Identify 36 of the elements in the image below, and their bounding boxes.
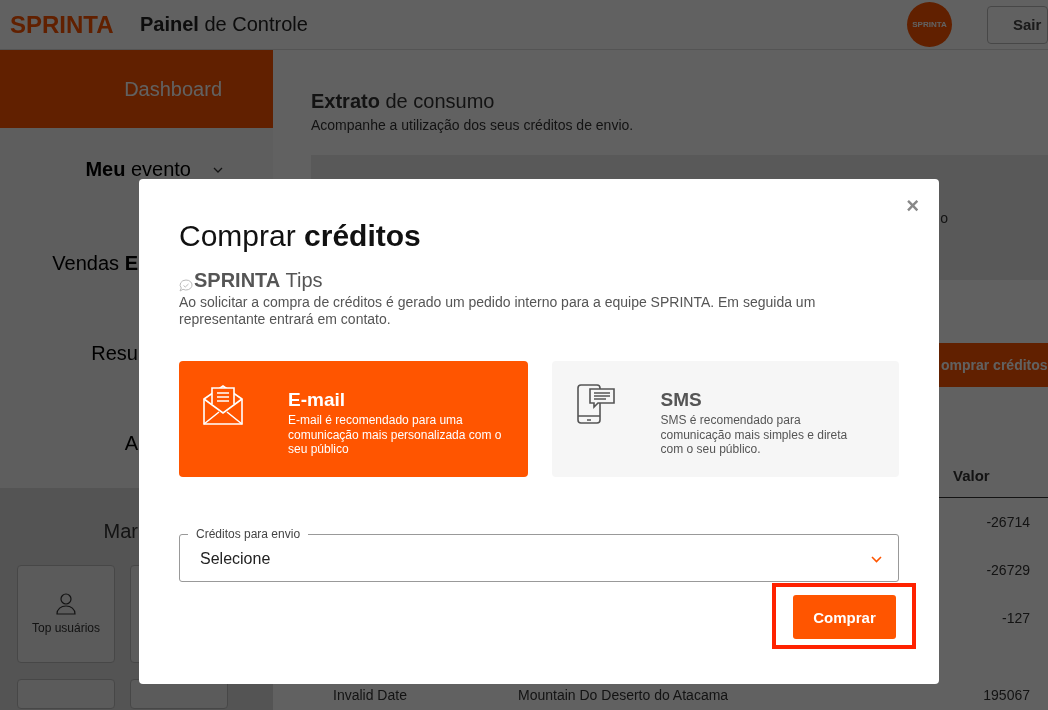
channel-option[interactable]: E-mail E-mail é recomendado para uma comunicação mais personalizada com o seu público <box>179 361 528 477</box>
column-header: Valor <box>952 467 991 484</box>
logout-button[interactable]: Sair <box>987 5 1048 44</box>
chevron-down-icon[interactable] <box>213 167 223 173</box>
option-title: E-mail <box>288 389 347 411</box>
credits-select[interactable]: Créditos para envio Selecione <box>179 527 899 582</box>
chevron-down-icon <box>871 555 882 563</box>
tips-title: SPRINTA Tips <box>194 269 323 292</box>
sidebar-item[interactable]: Meu evento <box>0 128 273 218</box>
table-cell: Invalid Date <box>333 687 407 703</box>
option-description: SMS é recomendado para comunicação mais simples e direta com o seu público. <box>660 413 849 457</box>
phone-message-icon <box>575 383 616 425</box>
envelope-icon <box>203 383 243 425</box>
avatar[interactable]: SPRINTA <box>907 2 952 47</box>
section-heading: Extrato de consumo <box>311 90 496 113</box>
table-cell: -26729 <box>986 562 1030 578</box>
logo: SPRINTA <box>10 10 115 39</box>
card-text: o <box>940 209 948 226</box>
buy-button[interactable]: Comprar <box>793 595 896 639</box>
table-cell: -26714 <box>986 514 1030 530</box>
sidebar-item[interactable]: Dashboard <box>0 50 273 128</box>
table-cell: -127 <box>1001 610 1030 626</box>
chat-icon <box>179 279 193 292</box>
section-title: Mar <box>103 520 138 543</box>
page-title: Painel de Controle <box>140 13 308 36</box>
shortcut-tile[interactable]: Top usuários <box>17 565 115 663</box>
channel-option[interactable]: SMS SMS é recomendado para comunicação mais simples e direta com o seu público. <box>551 361 899 477</box>
user-icon <box>56 593 76 615</box>
option-description: E-mail é recomendado para uma comunicação mais personalizada com o seu público <box>288 413 503 457</box>
close-button[interactable]: × <box>906 195 919 217</box>
table-cell: 195067 <box>983 687 1030 703</box>
option-title: SMS <box>660 389 703 411</box>
tips-text: Ao solicitar a compra de créditos é gerado um pedido interno para a equipe SPRINTA. Em seguida um representante entrará em contato. <box>179 294 817 328</box>
modal-title: Comprar créditos <box>179 219 422 253</box>
section-subtitle: Acompanhe a utilização dos seus créditos de envio. <box>311 117 635 133</box>
table-cell: Mountain Do Deserto do Atacama <box>518 687 729 703</box>
